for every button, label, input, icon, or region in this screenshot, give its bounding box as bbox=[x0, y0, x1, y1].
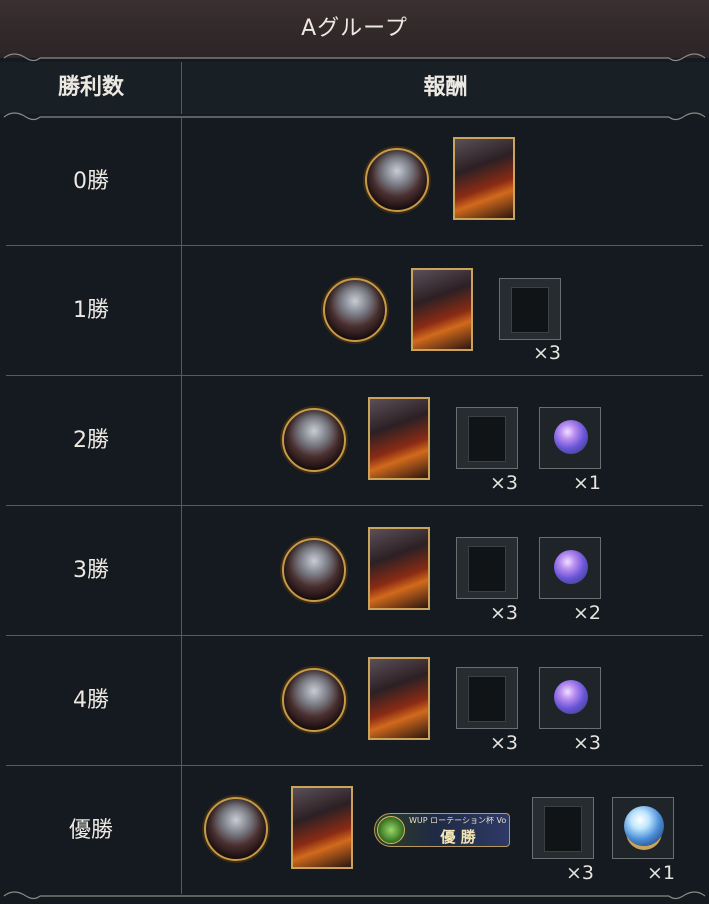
sleeve-quantity: ×3 bbox=[566, 862, 595, 884]
crystal-quantity: ×1 bbox=[573, 472, 602, 494]
row-label: 優勝 bbox=[68, 818, 113, 843]
group-title: Aグループ bbox=[301, 16, 408, 41]
card-art-icon bbox=[368, 527, 430, 610]
sleeve-quantity: ×3 bbox=[533, 342, 562, 364]
orb-quantity: ×1 bbox=[647, 862, 676, 884]
bottom-ornament-divider bbox=[3, 891, 706, 900]
championship-emblem-icon: WUP ローテーション杯 Vol.2 優 勝 bbox=[374, 813, 510, 847]
crystal-icon bbox=[539, 667, 601, 729]
column-header-wins: 勝利数 bbox=[57, 75, 124, 100]
row-label: 0勝 bbox=[73, 169, 109, 194]
card-art-icon bbox=[291, 786, 353, 869]
group-title-banner: Aグループ bbox=[0, 0, 709, 58]
row-label: 1勝 bbox=[73, 298, 109, 323]
header-column-divider bbox=[181, 62, 182, 114]
emblem-subtitle: WUP ローテーション杯 Vol.2 bbox=[409, 816, 507, 825]
row-label: 3勝 bbox=[73, 558, 109, 583]
reward-items bbox=[182, 117, 709, 247]
card-art-icon bbox=[453, 137, 515, 220]
card-sleeve-icon bbox=[532, 797, 594, 859]
leader-avatar-icon bbox=[282, 668, 346, 732]
column-header-reward: 報酬 bbox=[423, 75, 468, 100]
crystal-quantity: ×3 bbox=[573, 732, 602, 754]
reward-items: ×3 ×2 bbox=[182, 506, 709, 636]
row-label: 4勝 bbox=[73, 688, 109, 713]
reward-row-2: 2勝 ×3 ×1 bbox=[0, 376, 709, 506]
table-header: 勝利数 報酬 bbox=[0, 62, 709, 114]
leader-avatar-icon bbox=[282, 408, 346, 472]
reward-row-0: 0勝 bbox=[0, 117, 709, 247]
row-label: 2勝 bbox=[73, 428, 109, 453]
card-sleeve-icon bbox=[456, 537, 518, 599]
sleeve-quantity: ×3 bbox=[490, 732, 519, 754]
reward-row-1: 1勝 ×3 bbox=[0, 246, 709, 376]
leader-avatar-icon bbox=[365, 148, 429, 212]
card-sleeve-icon bbox=[456, 407, 518, 469]
emblem-seal-icon bbox=[377, 816, 405, 844]
card-art-icon bbox=[411, 268, 473, 351]
sleeve-quantity: ×3 bbox=[490, 602, 519, 624]
card-art-icon bbox=[368, 657, 430, 740]
reward-row-champion: 優勝 WUP ローテーション杯 Vol.2 優 勝 ×3 ×1 bbox=[0, 766, 709, 896]
reward-row-3: 3勝 ×3 ×2 bbox=[0, 506, 709, 636]
orb-icon bbox=[612, 797, 674, 859]
crystal-icon bbox=[539, 537, 601, 599]
card-art-icon bbox=[368, 397, 430, 480]
sleeve-quantity: ×3 bbox=[490, 472, 519, 494]
reward-items: ×3 bbox=[182, 246, 709, 376]
card-sleeve-icon bbox=[456, 667, 518, 729]
card-sleeve-icon bbox=[499, 278, 561, 340]
crystal-icon bbox=[539, 407, 601, 469]
reward-items: ×3 ×3 bbox=[182, 636, 709, 766]
reward-row-4: 4勝 ×3 ×3 bbox=[0, 636, 709, 766]
leader-avatar-icon bbox=[323, 278, 387, 342]
emblem-title: 優 勝 bbox=[440, 828, 476, 846]
leader-avatar-icon bbox=[282, 538, 346, 602]
leader-avatar-icon bbox=[204, 797, 268, 861]
reward-items: WUP ローテーション杯 Vol.2 優 勝 ×3 ×1 bbox=[182, 766, 709, 896]
reward-items: ×3 ×1 bbox=[182, 376, 709, 506]
crystal-quantity: ×2 bbox=[573, 602, 602, 624]
